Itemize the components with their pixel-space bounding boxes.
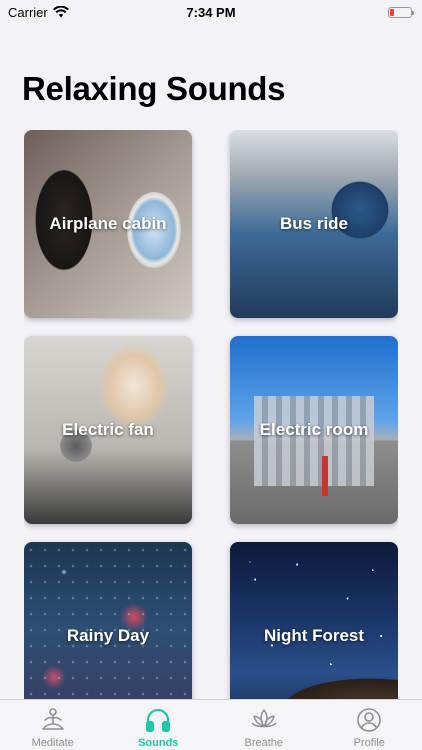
- lotus-icon: [251, 709, 277, 728]
- carrier-label: Carrier: [8, 4, 48, 20]
- sound-card-bus-ride[interactable]: Bus ride: [230, 130, 398, 318]
- tab-label: Breathe: [244, 737, 284, 749]
- sound-card-electric-room[interactable]: Electric room: [230, 336, 398, 524]
- sound-card-electric-fan[interactable]: Electric fan: [24, 336, 192, 524]
- battery-level: [390, 8, 394, 16]
- tab-bar: Meditate Sounds Breathe Profile: [0, 699, 422, 750]
- stars-texture: [230, 542, 398, 699]
- rain-drops-texture: [24, 542, 192, 699]
- battery-icon: [388, 6, 414, 18]
- sound-card-airplane-cabin[interactable]: Airplane cabin: [24, 130, 192, 318]
- meditate-icon: [41, 708, 64, 730]
- sound-card-label: Bus ride: [279, 214, 349, 233]
- status-bar: Carrier 7:34 PM: [0, 0, 422, 24]
- tab-meditate[interactable]: Meditate: [0, 700, 106, 750]
- carrier-group: Carrier: [8, 5, 69, 20]
- page-title: Relaxing Sounds: [22, 70, 286, 107]
- tab-profile[interactable]: Profile: [317, 700, 422, 750]
- sound-card-night-forest[interactable]: Night Forest: [230, 542, 398, 699]
- tab-breathe[interactable]: Breathe: [211, 700, 317, 750]
- sound-card-label: Rainy Day: [66, 626, 150, 645]
- tab-label: Sounds: [138, 737, 179, 749]
- sounds-grid: Airplane cabin Bus ride Electric fan Ele…: [24, 130, 398, 699]
- tab-label: Meditate: [31, 737, 74, 749]
- profile-icon: [357, 708, 382, 732]
- headphones-icon: [146, 708, 171, 733]
- wifi-icon: [52, 6, 69, 18]
- tab-sounds[interactable]: Sounds: [106, 700, 212, 750]
- sound-card-label: Electric room: [259, 420, 369, 439]
- sound-card-label: Airplane cabin: [49, 214, 167, 233]
- tab-label: Profile: [353, 737, 385, 749]
- sound-card-label: Night Forest: [263, 626, 365, 645]
- sound-card-label: Electric fan: [62, 420, 154, 439]
- sound-card-rainy-day[interactable]: Rainy Day: [24, 542, 192, 699]
